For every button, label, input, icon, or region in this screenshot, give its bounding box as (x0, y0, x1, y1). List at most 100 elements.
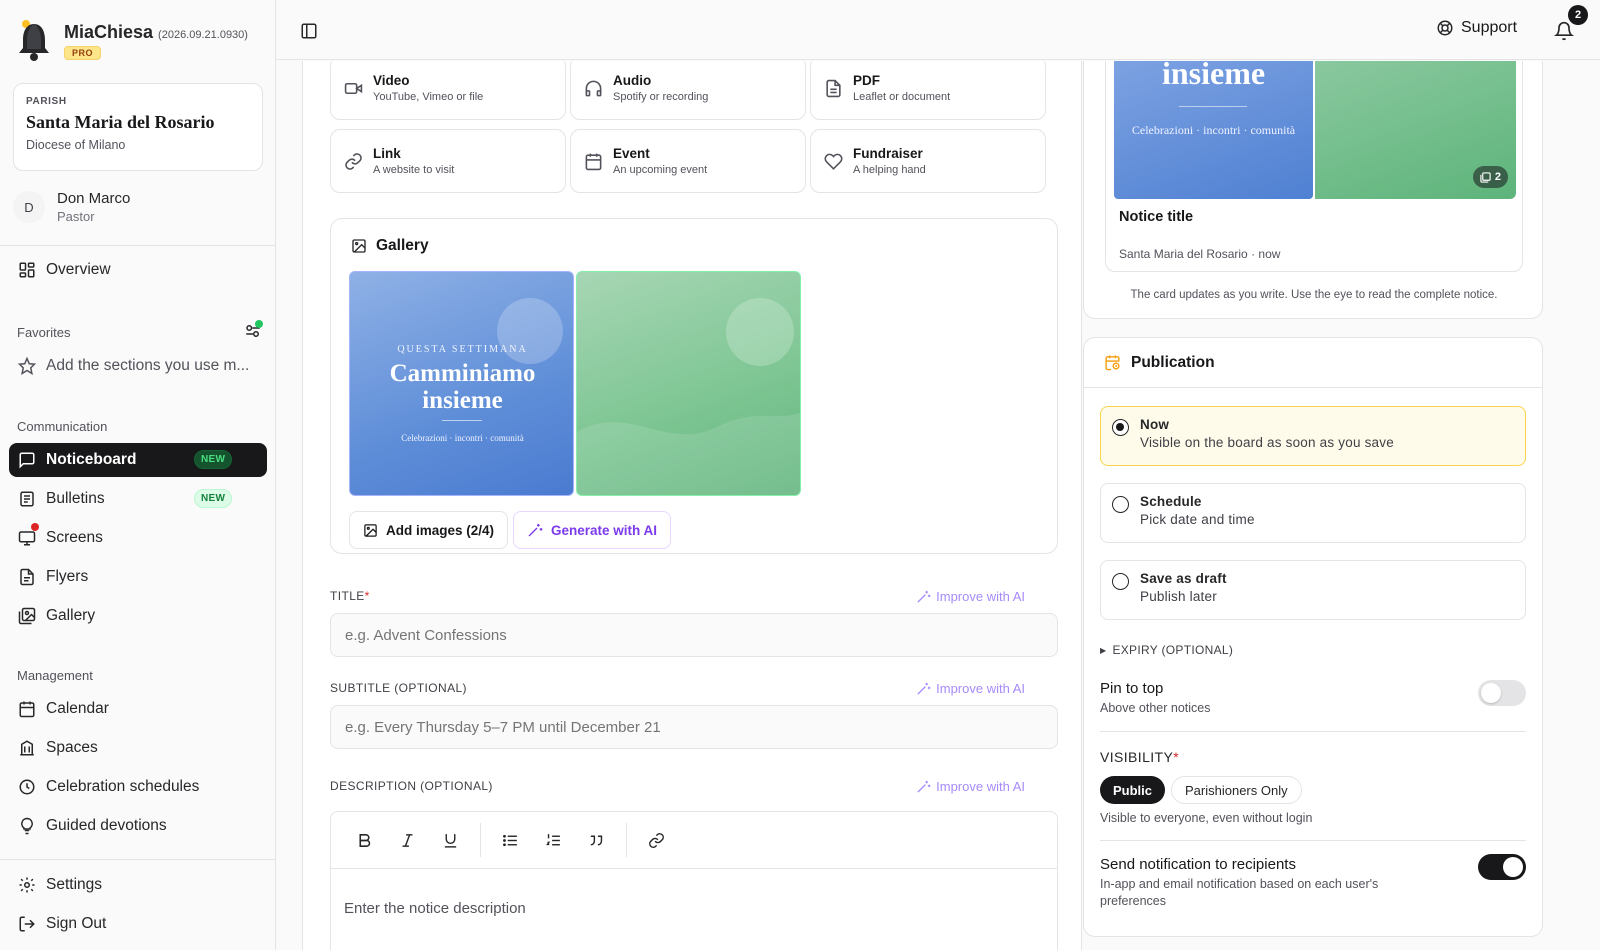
user-profile[interactable]: D Don Marco Pastor (13, 190, 130, 224)
image-icon (352, 239, 366, 253)
radio[interactable] (1112, 573, 1129, 590)
sidebar-toggle-icon[interactable] (300, 22, 318, 40)
sidebar-item-calendar[interactable]: Calendar (9, 692, 267, 726)
link-button[interactable] (639, 823, 673, 857)
publish-now-option[interactable]: Now Visible on the board as soon as you … (1100, 406, 1526, 466)
gallery-thumb-1[interactable]: QUESTA SETTIMANA Camminiamo insieme Cele… (349, 271, 574, 496)
type-audio-card[interactable]: Audio Spotify or recording (570, 61, 806, 120)
generate-ai-button[interactable]: Generate with AI (513, 511, 672, 549)
publication-section: Publication Now Visible on the board as … (1083, 337, 1543, 937)
calendar-icon (585, 153, 602, 170)
sidebar-item-flyers[interactable]: Flyers (9, 560, 267, 594)
notification-count-badge: 2 (1568, 5, 1588, 25)
quote-icon (590, 835, 602, 845)
bold-button[interactable] (347, 823, 381, 857)
generate-ai-label: Generate with AI (551, 522, 658, 538)
improve-subtitle-button[interactable]: Improve with AI (916, 681, 1025, 696)
expiry-label: EXPIRY (OPTIONAL) (1112, 643, 1234, 657)
title-label-text: TITLE (330, 589, 365, 603)
type-title: Link (373, 146, 401, 161)
notify-toggle[interactable] (1478, 854, 1526, 880)
improve-description-button[interactable]: Improve with AI (916, 779, 1025, 794)
caret-right-icon: ▶ (1100, 645, 1107, 655)
bold-icon (358, 833, 370, 847)
pin-toggle[interactable] (1478, 680, 1526, 706)
log-out-icon (19, 916, 35, 932)
sidebar-item-celebrations[interactable]: Celebration schedules (9, 770, 267, 804)
slide-headline: Camminiamo insieme (350, 360, 573, 414)
wand-sparkles-icon (917, 780, 931, 793)
improve-title-button[interactable]: Improve with AI (916, 589, 1025, 604)
add-images-button[interactable]: Add images (2/4) (349, 511, 509, 549)
visibility-label-text: VISIBILITY (1100, 749, 1174, 765)
type-pdf-card[interactable]: PDF Leaflet or document (810, 61, 1046, 120)
type-title: Event (613, 146, 650, 161)
type-sub: Leaflet or document (853, 91, 951, 103)
notice-form: Video YouTube, Vimeo or file Audio Spotify… (302, 61, 1082, 950)
subtitle-input[interactable] (330, 705, 1058, 749)
bell-icon (1554, 21, 1574, 41)
clock-icon (19, 779, 35, 795)
radio-selected[interactable] (1112, 419, 1129, 436)
underline-button[interactable] (433, 823, 467, 857)
sidebar-item-gallery[interactable]: Gallery (9, 599, 267, 633)
parish-name: Santa Maria del Rosario (26, 112, 215, 132)
heart-icon (824, 153, 843, 170)
support-button[interactable]: Support (1436, 19, 1517, 37)
gallery-title-label: Gallery (376, 237, 429, 254)
calendar-clock-icon (1105, 355, 1120, 371)
sidebar-item-noticeboard[interactable]: Noticeboard NEW (9, 443, 267, 477)
italic-button[interactable] (390, 823, 424, 857)
divider (0, 245, 276, 246)
notifications-button[interactable]: 2 (1554, 5, 1588, 42)
description-input[interactable]: Enter the notice description (331, 869, 1057, 948)
quote-button[interactable] (579, 823, 613, 857)
pin-title: Pin to top (1100, 680, 1164, 697)
toggle-knob (1503, 857, 1523, 877)
visibility-public-chip[interactable]: Public (1100, 776, 1166, 804)
description-editor: Enter the notice description (330, 811, 1058, 950)
star-icon (18, 357, 36, 375)
gallery-thumb-2[interactable] (576, 271, 801, 496)
sidebar-item-spaces[interactable]: Spaces (9, 731, 267, 765)
preview-image-1: insieme Celebrazioni · incontri · comuni… (1114, 61, 1313, 199)
visibility-label: VISIBILITY* (1100, 749, 1179, 765)
preview-card[interactable]: insieme Celebrazioni · incontri · comuni… (1105, 61, 1523, 272)
sidebar-item-settings[interactable]: Settings (9, 868, 267, 902)
draft-option[interactable]: Save as draft Publish later (1100, 560, 1526, 620)
visibility-parishioners-chip[interactable]: Parishioners Only (1171, 776, 1302, 804)
sidebar-item-label: Guided devotions (46, 817, 167, 834)
title-input[interactable] (330, 613, 1058, 657)
numbered-list-button[interactable] (536, 823, 570, 857)
radio[interactable] (1112, 496, 1129, 513)
type-fundraiser-card[interactable]: Fundraiser A helping hand (810, 129, 1046, 193)
lifebuoy-icon (1437, 20, 1453, 36)
wand-sparkles-icon (917, 682, 931, 695)
sidebar-item-bulletins[interactable]: Bulletins NEW (9, 482, 267, 516)
new-badge: NEW (194, 489, 233, 508)
sidebar-item-signout[interactable]: Sign Out (9, 907, 267, 941)
type-sub: YouTube, Vimeo or file (373, 91, 484, 103)
sidebar-item-overview[interactable]: Overview (9, 253, 267, 287)
type-event-card[interactable]: Event An upcoming event (570, 129, 806, 193)
calendar-icon (19, 701, 35, 718)
type-title: Video (373, 73, 410, 88)
option-title: Schedule (1140, 494, 1202, 509)
bullet-list-button[interactable] (493, 823, 527, 857)
option-title: Save as draft (1140, 571, 1227, 586)
schedule-option[interactable]: Schedule Pick date and time (1100, 483, 1526, 543)
sidebar-item-devotions[interactable]: Guided devotions (9, 809, 267, 843)
sidebar-item-screens[interactable]: Screens (9, 521, 267, 555)
type-link-card[interactable]: Link A website to visit (330, 129, 566, 193)
sidebar-item-label: Celebration schedules (46, 778, 200, 795)
sidebar-item-label: Gallery (46, 607, 96, 624)
bulb-icon (21, 817, 33, 835)
parish-card[interactable]: PARISH Santa Maria del Rosario Diocese o… (13, 83, 263, 171)
subtitle-label: SUBTITLE (OPTIONAL) (330, 681, 467, 695)
improve-label: Improve with AI (936, 779, 1025, 794)
images-icon (18, 607, 36, 625)
type-video-card[interactable]: Video YouTube, Vimeo or file (330, 61, 566, 120)
expiry-toggle[interactable]: ▶ EXPIRY (OPTIONAL) (1100, 643, 1233, 657)
favorites-hint-label: Add the sections you use m... (46, 357, 250, 374)
favorites-hint[interactable]: Add the sections you use m... (9, 349, 267, 383)
